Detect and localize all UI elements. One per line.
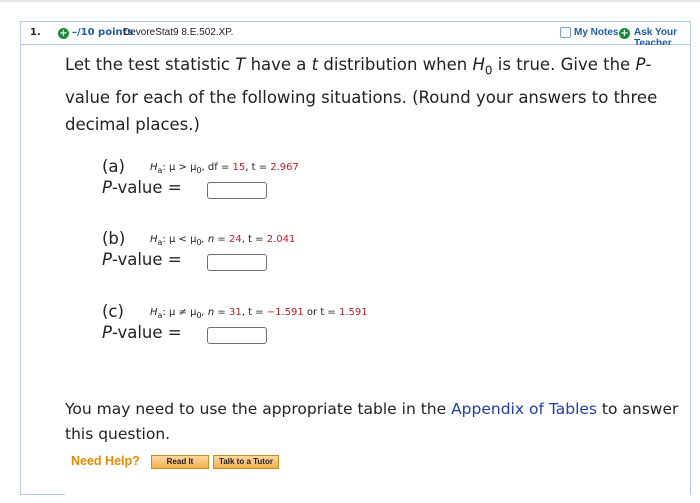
question-header: 1. + –/10 points DevoreStat9 8.E.502.XP.…	[21, 22, 690, 49]
answer-input-a[interactable]	[207, 182, 267, 199]
answer-input-c[interactable]	[207, 327, 267, 344]
answer-input-b[interactable]	[207, 254, 267, 271]
my-notes-link[interactable]: My Notes	[574, 27, 618, 38]
subscript: 0	[484, 63, 493, 78]
hypothesis-text: Ha: μ ≠ μ0, n = 31, t = −1.591 or t = 1.…	[150, 307, 368, 320]
footer-text: You may need to use the appropriate tabl…	[65, 400, 452, 418]
my-notes-checkbox[interactable]	[560, 27, 571, 38]
part-label: (c)	[102, 302, 124, 321]
part-label: (a)	[102, 157, 125, 176]
intro-text: distribution when	[318, 55, 473, 74]
question-content: Let the test statistic T have a t distri…	[65, 45, 690, 495]
intro-text: is true. Give the	[492, 55, 636, 74]
part-label: (b)	[102, 229, 126, 248]
pvalue-label: P-value =	[102, 250, 182, 269]
intro-text: Let the test statistic	[65, 55, 236, 74]
var-P: P	[635, 55, 646, 74]
question-number: 1.	[30, 27, 41, 38]
top-divider	[0, 0, 700, 2]
intro-text: have a	[245, 55, 312, 74]
pvalue-label: P-value =	[102, 178, 182, 197]
read-it-button[interactable]: Read It	[151, 455, 209, 469]
appendix-of-tables-link[interactable]: Appendix of Tables	[451, 400, 597, 418]
ask-teacher-plus-icon[interactable]: +	[619, 28, 630, 39]
var-T: T	[235, 55, 246, 74]
question-intro: Let the test statistic T have a t distri…	[65, 51, 690, 138]
question-source-code: DevoreStat9 8.E.502.XP.	[123, 27, 234, 38]
talk-to-tutor-button[interactable]: Talk to a Tutor	[213, 455, 279, 469]
need-help-label: Need Help?	[71, 454, 140, 468]
table-reference-text: You may need to use the appropriate tabl…	[65, 397, 690, 447]
hypothesis-text: Ha: μ < μ0, n = 24, t = 2.041	[150, 234, 296, 247]
hypothesis-text: Ha: μ > μ0, df = 15, t = 2.967	[150, 162, 299, 175]
var-H: H	[472, 55, 485, 74]
question-panel: 1. + –/10 points DevoreStat9 8.E.502.XP.…	[20, 21, 691, 495]
expand-plus-icon[interactable]: +	[58, 28, 69, 39]
pvalue-label: P-value =	[102, 323, 182, 342]
